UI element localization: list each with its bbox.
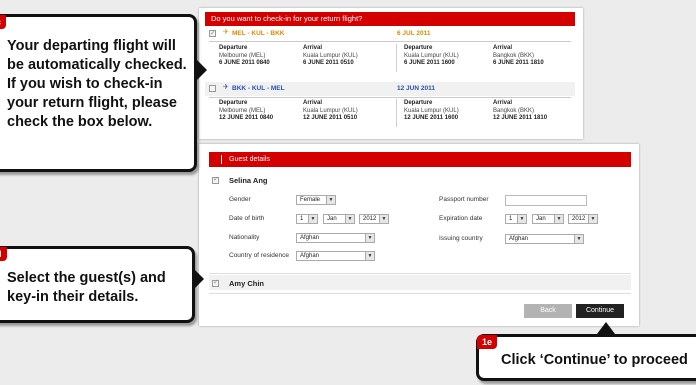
outbound-leg2-arrival: Arrival Bangkok (BKK) 6 JUNE 2011 1810 bbox=[493, 45, 544, 66]
return-leg2-arrival: Arrival Bangkok (BKK) 12 JUNE 2011 1810 bbox=[493, 100, 548, 121]
outbound-date: 6 JUL 2011 bbox=[397, 30, 431, 37]
guest-details-panel: Guest details Selina Ang Gender Female▼ … bbox=[199, 144, 639, 326]
flight-row-return: ✈ BKK - KUL - MEL 12 JUN 2011 bbox=[205, 83, 575, 95]
return-flight-panel: Do you want to check-in for your return … bbox=[199, 8, 583, 139]
outbound-route: MEL - KUL - BKK bbox=[232, 30, 285, 37]
callout-text: Select the guest(s) and key-in their det… bbox=[7, 270, 166, 305]
airplane-icon: ✈ bbox=[223, 84, 229, 91]
expiry-label: Expiration date bbox=[439, 215, 483, 222]
issuing-select[interactable]: Afghan ▼ bbox=[505, 234, 584, 244]
outbound-checkbox[interactable] bbox=[209, 28, 216, 40]
chevron-down-icon: ▼ bbox=[588, 215, 597, 223]
callout-pointer bbox=[195, 270, 204, 288]
dob-label: Date of birth bbox=[229, 215, 265, 222]
passport-input[interactable] bbox=[505, 195, 587, 206]
callout-text: Your departing flight will be automatica… bbox=[7, 38, 187, 130]
guest-2-name: Amy Chin bbox=[229, 279, 265, 288]
airplane-icon: ✈ bbox=[223, 29, 229, 36]
divider bbox=[209, 273, 631, 274]
dob-day-select[interactable]: 1 ▼ bbox=[296, 214, 318, 224]
guest-1-checkbox[interactable] bbox=[212, 175, 219, 184]
chevron-down-icon: ▼ bbox=[365, 234, 374, 242]
back-button[interactable]: Back bbox=[524, 304, 572, 318]
gender-select[interactable]: Female ▼ bbox=[296, 195, 336, 205]
guest-1-name: Selina Ang bbox=[229, 176, 268, 185]
chevron-down-icon: ▼ bbox=[574, 235, 583, 243]
dob-month-select[interactable]: Jan ▼ bbox=[323, 214, 355, 224]
chevron-down-icon: ▼ bbox=[345, 215, 354, 223]
outbound-leg1-departure: Departure Melbourne (MEL) 6 JUNE 2011 08… bbox=[219, 45, 270, 66]
passport-label: Passport number bbox=[439, 196, 489, 203]
flight-row-outbound: ✈ MEL - KUL - BKK 6 JUL 2011 bbox=[205, 28, 575, 40]
outbound-leg2-departure: Departure Kuala Lumpur (KUL) 6 JUNE 2011… bbox=[404, 45, 459, 66]
residence-select[interactable]: Afghan ▼ bbox=[296, 251, 375, 261]
continue-button[interactable]: Continue bbox=[576, 304, 624, 318]
callout-guest-details: d Select the guest(s) and key-in their d… bbox=[0, 246, 195, 323]
chevron-down-icon: ▼ bbox=[379, 215, 388, 223]
divider bbox=[209, 97, 571, 98]
expiry-day-select[interactable]: 1 ▼ bbox=[505, 214, 527, 224]
return-checkbox[interactable] bbox=[209, 85, 216, 92]
step-badge: 1e bbox=[477, 335, 498, 349]
return-date: 12 JUN 2011 bbox=[397, 85, 435, 92]
outbound-leg1-arrival: Arrival Kuala Lumpur (KUL) 6 JUNE 2011 0… bbox=[303, 45, 358, 66]
residence-label: Country of residence bbox=[229, 252, 289, 259]
chevron-down-icon: ▼ bbox=[308, 215, 317, 223]
callout-return-flight: c Your departing flight will be automati… bbox=[0, 14, 197, 172]
callout-text: Click ‘Continue’ to proceed bbox=[501, 352, 688, 368]
divider bbox=[209, 293, 631, 294]
chevron-down-icon: ▼ bbox=[517, 215, 526, 223]
guest-2-checkbox[interactable] bbox=[212, 278, 219, 287]
chevron-down-icon: ▼ bbox=[365, 252, 374, 260]
callout-pointer bbox=[197, 60, 207, 80]
nationality-label: Nationality bbox=[229, 234, 260, 241]
step-badge: d bbox=[0, 247, 7, 261]
callout-pointer bbox=[597, 322, 615, 334]
step-badge: c bbox=[0, 15, 7, 29]
chevron-down-icon: ▼ bbox=[326, 196, 335, 204]
return-leg1-departure: Departure Melbourne (MEL) 12 JUNE 2011 0… bbox=[219, 100, 274, 121]
expiry-month-select[interactable]: Jan ▼ bbox=[532, 214, 564, 224]
guest-details-header: Guest details bbox=[209, 152, 631, 167]
gender-label: Gender bbox=[229, 196, 251, 203]
issuing-label: Issuing country bbox=[439, 235, 483, 242]
chevron-down-icon: ▼ bbox=[554, 215, 563, 223]
callout-continue: 1e Click ‘Continue’ to proceed bbox=[476, 334, 696, 381]
divider bbox=[396, 44, 397, 72]
divider bbox=[209, 41, 571, 42]
divider bbox=[396, 99, 397, 127]
expiry-year-select[interactable]: 2012 ▼ bbox=[568, 214, 598, 224]
return-flight-header: Do you want to check-in for your return … bbox=[205, 12, 575, 26]
row-highlight bbox=[209, 275, 631, 290]
return-leg1-arrival: Arrival Kuala Lumpur (KUL) 12 JUNE 2011 … bbox=[303, 100, 358, 121]
dob-year-select[interactable]: 2012 ▼ bbox=[359, 214, 389, 224]
return-route: BKK - KUL - MEL bbox=[232, 85, 285, 92]
nationality-select[interactable]: Afghan ▼ bbox=[296, 233, 375, 243]
return-leg2-departure: Departure Kuala Lumpur (KUL) 12 JUNE 201… bbox=[404, 100, 459, 121]
